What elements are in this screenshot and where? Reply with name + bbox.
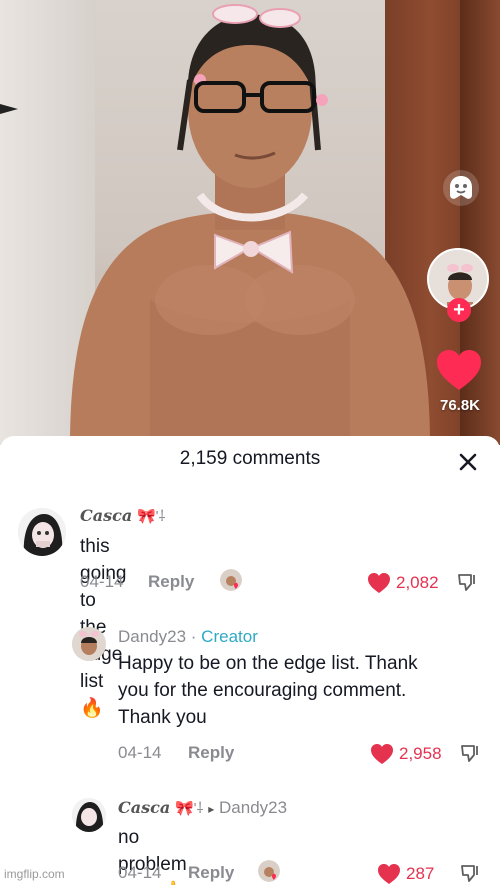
reply-button[interactable]: Reply [148, 572, 194, 592]
comment-like-count: 2,082 [396, 573, 439, 592]
comment-author[interactable]: Casca 🎀'⸸ [80, 506, 166, 526]
reply-to-user: Dandy23 [219, 798, 288, 817]
comment-author[interactable]: Dandy23 · Creator [118, 627, 258, 647]
avatar[interactable] [18, 508, 66, 556]
comment-like-button[interactable]: 287 [377, 863, 434, 885]
like-count: 76.8K [439, 397, 481, 414]
like-heart-icon[interactable] [435, 348, 483, 392]
reply-arrow-icon: ▸ [208, 802, 215, 816]
watermark: imgflip.com [4, 867, 65, 881]
comments-title: 2,159 comments [179, 448, 321, 469]
stickers-icon[interactable] [443, 170, 479, 206]
reply-button[interactable]: Reply [188, 743, 234, 763]
comment-date: 04-14 [80, 572, 124, 591]
heart-icon [371, 744, 393, 764]
dislike-icon[interactable] [460, 743, 480, 763]
comment-date: 04-14 [118, 743, 162, 762]
creator-badge: Creator [201, 627, 258, 646]
pointer-marker [0, 104, 18, 114]
heart-icon [378, 864, 400, 884]
comment-like-button[interactable]: 2,958 [370, 743, 442, 765]
avatar[interactable] [72, 627, 106, 661]
dislike-icon[interactable] [457, 572, 477, 592]
dislike-icon[interactable] [460, 863, 480, 883]
creator-liked-avatar [220, 569, 242, 591]
heart-icon [368, 573, 390, 593]
comment-date: 04-14 [118, 863, 162, 882]
comment-like-count: 287 [406, 864, 435, 883]
follow-button[interactable]: + [447, 298, 471, 322]
comment-author[interactable]: Casca 🎀'⸸ ▸ Dandy23 [118, 798, 287, 818]
close-icon[interactable] [455, 449, 481, 475]
avatar[interactable] [72, 798, 106, 832]
reply-button[interactable]: Reply [188, 863, 234, 883]
comment-like-count: 2,958 [399, 744, 442, 763]
comment-like-button[interactable]: 2,082 [367, 572, 439, 594]
video-subject-image [70, 4, 430, 445]
comment-text: Happy to be on the edge list. Thank you … [118, 653, 418, 728]
creator-liked-avatar [258, 860, 280, 882]
video-frame[interactable]: + 76.8K [0, 0, 500, 445]
